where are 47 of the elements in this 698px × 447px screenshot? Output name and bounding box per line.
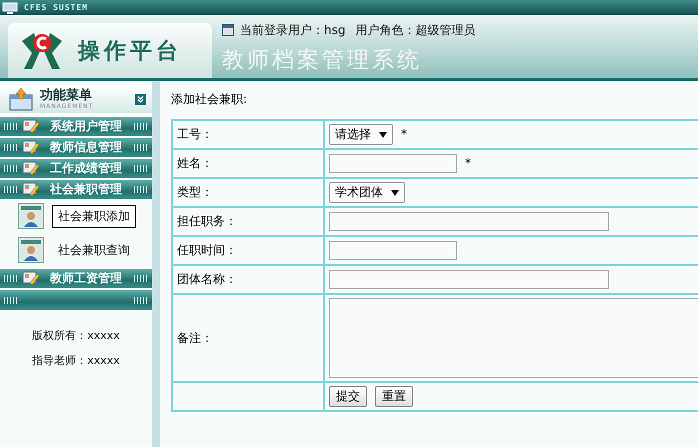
submenu-item[interactable]: 社会兼职查询 <box>52 238 136 262</box>
card-pencil-icon <box>22 271 40 286</box>
folder-icon <box>8 87 34 111</box>
window-icon <box>222 24 234 36</box>
dropdown[interactable]: 学术团体 <box>329 182 405 203</box>
form-button[interactable]: 重置 <box>375 386 413 407</box>
menu-group[interactable]: 教师信息管理 <box>0 138 152 157</box>
user-card-icon <box>18 237 44 263</box>
field-label: 类型： <box>177 185 213 199</box>
field-label: 工号： <box>177 127 213 141</box>
required-mark: * <box>401 127 407 141</box>
menu-group[interactable]: 系统用户管理 <box>0 117 152 136</box>
input-field[interactable] <box>329 270 609 289</box>
field-label: 团体名称： <box>177 272 237 286</box>
dropdown-arrow-icon <box>379 132 387 138</box>
form-button[interactable]: 提交 <box>329 386 367 407</box>
field-label: 任职时间： <box>177 243 237 257</box>
menu-group[interactable]: 工作成绩管理 <box>0 159 152 178</box>
menu-group[interactable]: 社会兼职管理 <box>0 180 152 199</box>
user-role: 用户角色：超级管理员 <box>355 22 476 38</box>
user-card-icon <box>18 203 44 229</box>
card-pencil-icon <box>22 182 40 197</box>
input-field[interactable] <box>329 241 457 260</box>
input-field[interactable] <box>329 154 457 173</box>
form-heading: 添加社会兼职: <box>171 91 248 108</box>
monitor-icon <box>2 2 18 14</box>
required-mark: * <box>465 156 471 170</box>
footer-text: 指导老师：xxxxx <box>32 353 120 368</box>
menu-title: 功能菜单 <box>40 88 93 102</box>
card-pencil-icon <box>22 161 40 176</box>
system-label: CFES SUSTEM <box>24 3 88 12</box>
logo-text: 操作平台 <box>78 38 182 66</box>
dropdown[interactable]: 请选择 <box>329 124 393 145</box>
dropdown-arrow-icon <box>391 190 399 196</box>
field-label: 担任职务： <box>177 214 237 228</box>
card-pencil-icon <box>22 119 40 134</box>
current-user: 当前登录用户：hsg <box>240 22 346 38</box>
collapse-icon[interactable] <box>135 94 146 104</box>
submenu-item[interactable]: 社会兼职添加 <box>52 204 136 228</box>
system-title: 教师档案管理系统 <box>222 47 423 75</box>
text-area[interactable] <box>329 298 698 378</box>
menu-group[interactable]: 教师工资管理 <box>0 269 152 288</box>
card-pencil-icon <box>22 140 40 155</box>
field-label: 姓名： <box>177 156 213 170</box>
field-label: 备注： <box>177 330 213 344</box>
input-field[interactable] <box>329 212 609 231</box>
footer-text: 版权所有：xxxxx <box>32 328 120 343</box>
